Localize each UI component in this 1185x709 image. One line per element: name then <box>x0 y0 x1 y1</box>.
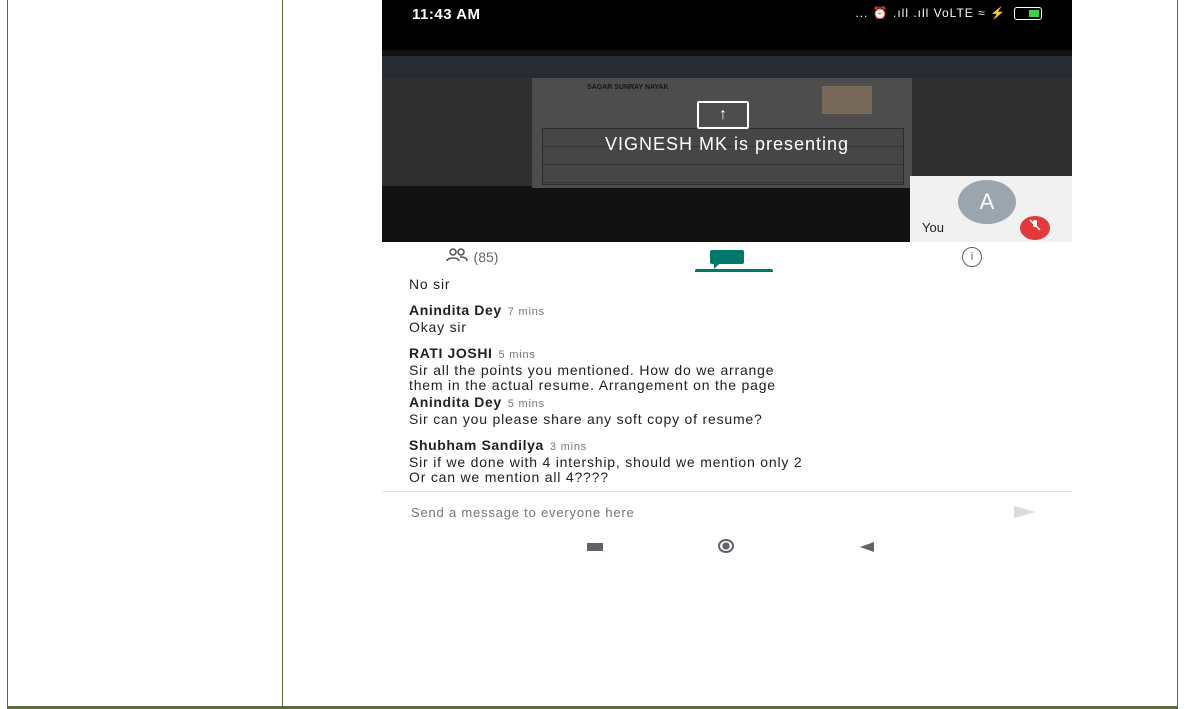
battery-icon <box>1014 6 1042 20</box>
message-text: Sir can you please share any soft copy o… <box>409 411 763 427</box>
people-count: (85) <box>473 249 499 265</box>
message-text: them in the actual resume. Arrangement o… <box>409 377 776 393</box>
android-nav-bar <box>382 533 1072 560</box>
message-text: Sir if we done with 4 intership, should … <box>409 454 803 470</box>
partial-message: ~~~~~~~~~~ No sir <box>409 272 499 292</box>
message-time: 5 mins <box>498 349 536 361</box>
list-item: Anindita Dey 5 mins Sir can you please sh… <box>409 394 1059 427</box>
message-text: Or can we mention all 4???? <box>409 469 609 485</box>
message-sender: Anindita Dey <box>409 394 502 410</box>
presenting-label: VIGNESH MK is presenting <box>604 134 850 154</box>
status-time: 11:43 AM <box>412 6 481 23</box>
presentation-view[interactable]: SAGAR SUNRAY NAYAK ↑ VIGNESH MK is prese… <box>382 50 1072 242</box>
message-composer <box>382 491 1072 532</box>
self-video-tile[interactable]: A You <box>910 176 1072 242</box>
chat-message-list[interactable]: ~~~~~~~~~~ No sir Anindita Dey 7 mins Oka… <box>382 272 1072 490</box>
message-text: Okay sir <box>409 319 467 335</box>
message-time: 5 mins <box>507 398 545 410</box>
list-item: RATI JOSHI 5 mins Sir all the points you … <box>409 345 1059 393</box>
message-sender: Shubham Sandilya <box>409 437 544 453</box>
status-bar: 11:43 AM ... ⏰ .ıll .ıll VoLTE ≈ ⚡ <box>382 0 1072 50</box>
message-sender: RATI JOSHI <box>409 345 493 361</box>
send-icon[interactable] <box>1014 506 1036 518</box>
list-item: Anindita Dey 7 mins Okay sir <box>409 302 1059 335</box>
back-icon[interactable] <box>860 542 874 552</box>
message-time: 3 mins <box>549 441 588 453</box>
message-text: Sir all the points you mentioned. How do… <box>409 362 775 378</box>
partial-message-text: No sir <box>409 276 451 292</box>
info-icon: i <box>962 247 982 267</box>
signal-icons: ... ⏰ .ıll .ıll VoLTE ≈ ⚡ <box>855 6 1006 20</box>
tab-info[interactable]: i <box>922 242 1022 272</box>
message-sender: Anindita Dey <box>409 302 502 318</box>
status-indicators: ... ⏰ .ıll .ıll VoLTE ≈ ⚡ <box>855 6 1042 20</box>
tab-bar: (85) i <box>382 242 1072 273</box>
list-item: Shubham Sandilya 3 mins Sir if we done wi… <box>409 437 1059 485</box>
recent-apps-icon[interactable] <box>587 543 603 551</box>
chat-icon <box>710 250 744 269</box>
message-time: 7 mins <box>507 306 545 318</box>
phone-screenshot: 11:43 AM ... ⏰ .ıll .ıll VoLTE ≈ ⚡ SAGAR… <box>382 0 1072 560</box>
table-cell-left <box>7 0 283 709</box>
message-input[interactable] <box>409 504 973 521</box>
home-icon[interactable] <box>718 539 734 553</box>
people-icon <box>445 248 468 266</box>
mic-off-icon[interactable] <box>1020 216 1050 240</box>
avatar: A <box>958 180 1016 224</box>
tab-chat[interactable] <box>682 242 772 272</box>
upload-arrow-icon: ↑ <box>697 101 749 129</box>
tab-people[interactable]: (85) <box>422 242 522 272</box>
self-label: You <box>922 220 944 235</box>
